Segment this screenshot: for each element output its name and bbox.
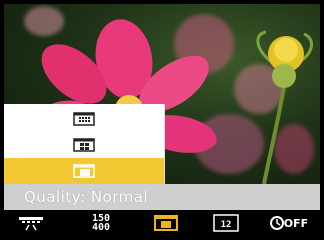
- self-timer-text: OFF: [283, 216, 309, 230]
- quality-label: Quality: Normal: [24, 188, 149, 206]
- camera-screen: Quality: Normal 150 400 12 OFF: [0, 0, 324, 240]
- self-timer-button[interactable]: OFF: [268, 212, 310, 234]
- settings-toolbar: 150 400 12 OFF: [4, 210, 320, 236]
- quality-option-fine[interactable]: [4, 106, 164, 132]
- quality-normal-icon: [73, 164, 95, 178]
- metering-icon: [19, 217, 43, 231]
- quality-normal-icon: [154, 215, 178, 231]
- setting-label-bar: Quality: Normal: [4, 184, 320, 210]
- image-size-button[interactable]: 12: [209, 212, 243, 234]
- iso-button[interactable]: 150 400: [84, 212, 118, 234]
- image-size-icon: 12: [213, 214, 239, 232]
- metering-button[interactable]: [14, 212, 48, 234]
- iso-bottom-text: 400: [91, 222, 111, 233]
- quality-standard-icon: [73, 138, 95, 152]
- image-size-text: 12: [221, 220, 232, 230]
- quality-fine-icon: [73, 112, 95, 126]
- quality-option-normal[interactable]: [4, 158, 164, 184]
- quality-button[interactable]: [149, 212, 183, 234]
- iso-icon: 150 400: [91, 214, 111, 233]
- self-timer-icon: [269, 216, 284, 230]
- quality-submenu: [4, 104, 165, 184]
- quality-option-standard[interactable]: [4, 132, 164, 158]
